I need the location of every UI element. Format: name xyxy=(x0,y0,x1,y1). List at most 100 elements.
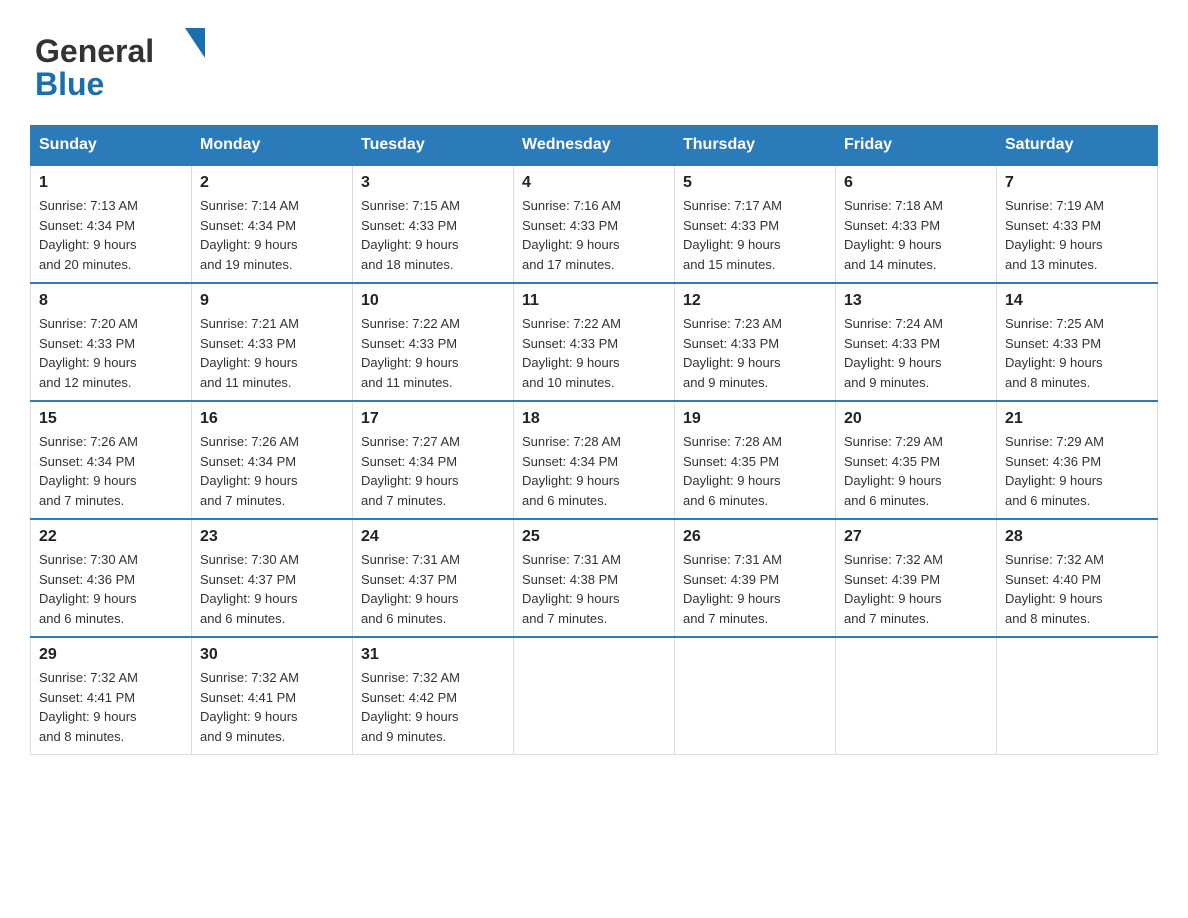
calendar-cell: 4 Sunrise: 7:16 AMSunset: 4:33 PMDaylight… xyxy=(514,165,675,283)
calendar-cell: 26Sunrise: 7:31 AMSunset: 4:39 PMDayligh… xyxy=(675,519,836,637)
day-info: Sunrise: 7:17 AMSunset: 4:33 PMDaylight:… xyxy=(683,196,827,274)
calendar-cell: 22 Sunrise: 7:30 AMSunset: 4:36 PMDayligh… xyxy=(31,519,192,637)
calendar-cell xyxy=(514,637,675,755)
weekday-header-saturday: Saturday xyxy=(997,126,1158,166)
calendar-cell: 23Sunrise: 7:30 AMSunset: 4:37 PMDayligh… xyxy=(192,519,353,637)
day-number: 5 xyxy=(683,174,827,192)
day-info: Sunrise: 7:30 AMSunset: 4:36 PMDaylight:… xyxy=(39,550,183,628)
calendar-cell: 13Sunrise: 7:24 AMSunset: 4:33 PMDayligh… xyxy=(836,283,997,401)
calendar-cell: 3 Sunrise: 7:15 AMSunset: 4:33 PMDaylight… xyxy=(353,165,514,283)
calendar-cell: 20Sunrise: 7:29 AMSunset: 4:35 PMDayligh… xyxy=(836,401,997,519)
day-number: 31 xyxy=(361,646,505,664)
day-info: Sunrise: 7:31 AMSunset: 4:38 PMDaylight:… xyxy=(522,550,666,628)
day-number: 3 xyxy=(361,174,505,192)
week-row-1: 1 Sunrise: 7:13 AMSunset: 4:34 PMDaylight… xyxy=(31,165,1158,283)
week-row-2: 8 Sunrise: 7:20 AMSunset: 4:33 PMDaylight… xyxy=(31,283,1158,401)
day-number: 12 xyxy=(683,292,827,310)
calendar-cell: 12 Sunrise: 7:23 AMSunset: 4:33 PMDayligh… xyxy=(675,283,836,401)
calendar-cell: 16Sunrise: 7:26 AMSunset: 4:34 PMDayligh… xyxy=(192,401,353,519)
day-info: Sunrise: 7:28 AMSunset: 4:34 PMDaylight:… xyxy=(522,432,666,510)
week-row-3: 15 Sunrise: 7:26 AMSunset: 4:34 PMDayligh… xyxy=(31,401,1158,519)
day-info: Sunrise: 7:32 AMSunset: 4:39 PMDaylight:… xyxy=(844,550,988,628)
day-info: Sunrise: 7:32 AMSunset: 4:41 PMDaylight:… xyxy=(200,668,344,746)
calendar-cell: 30 Sunrise: 7:32 AMSunset: 4:41 PMDayligh… xyxy=(192,637,353,755)
day-number: 22 xyxy=(39,528,183,546)
weekday-header-thursday: Thursday xyxy=(675,126,836,166)
calendar-cell: 11 Sunrise: 7:22 AMSunset: 4:33 PMDayligh… xyxy=(514,283,675,401)
weekday-header-sunday: Sunday xyxy=(31,126,192,166)
calendar-cell: 1 Sunrise: 7:13 AMSunset: 4:34 PMDaylight… xyxy=(31,165,192,283)
calendar-cell: 7Sunrise: 7:19 AMSunset: 4:33 PMDaylight… xyxy=(997,165,1158,283)
calendar-cell xyxy=(675,637,836,755)
day-info: Sunrise: 7:22 AMSunset: 4:33 PMDaylight:… xyxy=(522,314,666,392)
logo: General Blue xyxy=(30,20,205,105)
day-number: 18 xyxy=(522,410,666,428)
day-number: 11 xyxy=(522,292,666,310)
calendar-cell xyxy=(997,637,1158,755)
day-info: Sunrise: 7:28 AMSunset: 4:35 PMDaylight:… xyxy=(683,432,827,510)
day-number: 9 xyxy=(200,292,344,310)
calendar-cell: 28Sunrise: 7:32 AMSunset: 4:40 PMDayligh… xyxy=(997,519,1158,637)
day-info: Sunrise: 7:29 AMSunset: 4:35 PMDaylight:… xyxy=(844,432,988,510)
calendar-cell: 27 Sunrise: 7:32 AMSunset: 4:39 PMDayligh… xyxy=(836,519,997,637)
day-info: Sunrise: 7:32 AMSunset: 4:40 PMDaylight:… xyxy=(1005,550,1149,628)
day-info: Sunrise: 7:20 AMSunset: 4:33 PMDaylight:… xyxy=(39,314,183,392)
day-info: Sunrise: 7:23 AMSunset: 4:33 PMDaylight:… xyxy=(683,314,827,392)
day-number: 21 xyxy=(1005,410,1149,428)
calendar-cell: 6Sunrise: 7:18 AMSunset: 4:33 PMDaylight… xyxy=(836,165,997,283)
calendar-table: SundayMondayTuesdayWednesdayThursdayFrid… xyxy=(30,125,1158,755)
day-number: 8 xyxy=(39,292,183,310)
day-number: 10 xyxy=(361,292,505,310)
calendar-cell: 17 Sunrise: 7:27 AMSunset: 4:34 PMDayligh… xyxy=(353,401,514,519)
day-info: Sunrise: 7:31 AMSunset: 4:39 PMDaylight:… xyxy=(683,550,827,628)
calendar-cell: 2 Sunrise: 7:14 AMSunset: 4:34 PMDaylight… xyxy=(192,165,353,283)
day-info: Sunrise: 7:24 AMSunset: 4:33 PMDaylight:… xyxy=(844,314,988,392)
day-number: 24 xyxy=(361,528,505,546)
day-info: Sunrise: 7:31 AMSunset: 4:37 PMDaylight:… xyxy=(361,550,505,628)
day-info: Sunrise: 7:26 AMSunset: 4:34 PMDaylight:… xyxy=(39,432,183,510)
day-number: 15 xyxy=(39,410,183,428)
day-info: Sunrise: 7:32 AMSunset: 4:41 PMDaylight:… xyxy=(39,668,183,746)
day-info: Sunrise: 7:25 AMSunset: 4:33 PMDaylight:… xyxy=(1005,314,1149,392)
day-info: Sunrise: 7:32 AMSunset: 4:42 PMDaylight:… xyxy=(361,668,505,746)
day-info: Sunrise: 7:21 AMSunset: 4:33 PMDaylight:… xyxy=(200,314,344,392)
calendar-cell: 19 Sunrise: 7:28 AMSunset: 4:35 PMDayligh… xyxy=(675,401,836,519)
calendar-cell: 31 Sunrise: 7:32 AMSunset: 4:42 PMDayligh… xyxy=(353,637,514,755)
day-number: 17 xyxy=(361,410,505,428)
calendar-cell: 18 Sunrise: 7:28 AMSunset: 4:34 PMDayligh… xyxy=(514,401,675,519)
calendar-cell: 9 Sunrise: 7:21 AMSunset: 4:33 PMDaylight… xyxy=(192,283,353,401)
calendar-cell: 24 Sunrise: 7:31 AMSunset: 4:37 PMDayligh… xyxy=(353,519,514,637)
day-number: 29 xyxy=(39,646,183,664)
weekday-header-monday: Monday xyxy=(192,126,353,166)
day-number: 1 xyxy=(39,174,183,192)
page-header: General Blue xyxy=(30,20,1158,105)
day-info: Sunrise: 7:14 AMSunset: 4:34 PMDaylight:… xyxy=(200,196,344,274)
weekday-header-friday: Friday xyxy=(836,126,997,166)
day-number: 4 xyxy=(522,174,666,192)
day-info: Sunrise: 7:19 AMSunset: 4:33 PMDaylight:… xyxy=(1005,196,1149,274)
logo-svg: General Blue xyxy=(30,20,205,105)
day-number: 23 xyxy=(200,528,344,546)
weekday-header-tuesday: Tuesday xyxy=(353,126,514,166)
svg-text:Blue: Blue xyxy=(35,66,104,102)
weekday-header-row: SundayMondayTuesdayWednesdayThursdayFrid… xyxy=(31,126,1158,166)
day-number: 27 xyxy=(844,528,988,546)
calendar-cell: 10 Sunrise: 7:22 AMSunset: 4:33 PMDayligh… xyxy=(353,283,514,401)
day-number: 14 xyxy=(1005,292,1149,310)
calendar-cell: 8 Sunrise: 7:20 AMSunset: 4:33 PMDaylight… xyxy=(31,283,192,401)
day-info: Sunrise: 7:29 AMSunset: 4:36 PMDaylight:… xyxy=(1005,432,1149,510)
calendar-cell: 15 Sunrise: 7:26 AMSunset: 4:34 PMDayligh… xyxy=(31,401,192,519)
calendar-cell: 5 Sunrise: 7:17 AMSunset: 4:33 PMDaylight… xyxy=(675,165,836,283)
day-info: Sunrise: 7:16 AMSunset: 4:33 PMDaylight:… xyxy=(522,196,666,274)
day-info: Sunrise: 7:13 AMSunset: 4:34 PMDaylight:… xyxy=(39,196,183,274)
day-number: 25 xyxy=(522,528,666,546)
weekday-header-wednesday: Wednesday xyxy=(514,126,675,166)
calendar-cell xyxy=(836,637,997,755)
day-info: Sunrise: 7:15 AMSunset: 4:33 PMDaylight:… xyxy=(361,196,505,274)
day-number: 30 xyxy=(200,646,344,664)
day-number: 2 xyxy=(200,174,344,192)
day-info: Sunrise: 7:27 AMSunset: 4:34 PMDaylight:… xyxy=(361,432,505,510)
day-number: 19 xyxy=(683,410,827,428)
day-info: Sunrise: 7:22 AMSunset: 4:33 PMDaylight:… xyxy=(361,314,505,392)
day-info: Sunrise: 7:26 AMSunset: 4:34 PMDaylight:… xyxy=(200,432,344,510)
